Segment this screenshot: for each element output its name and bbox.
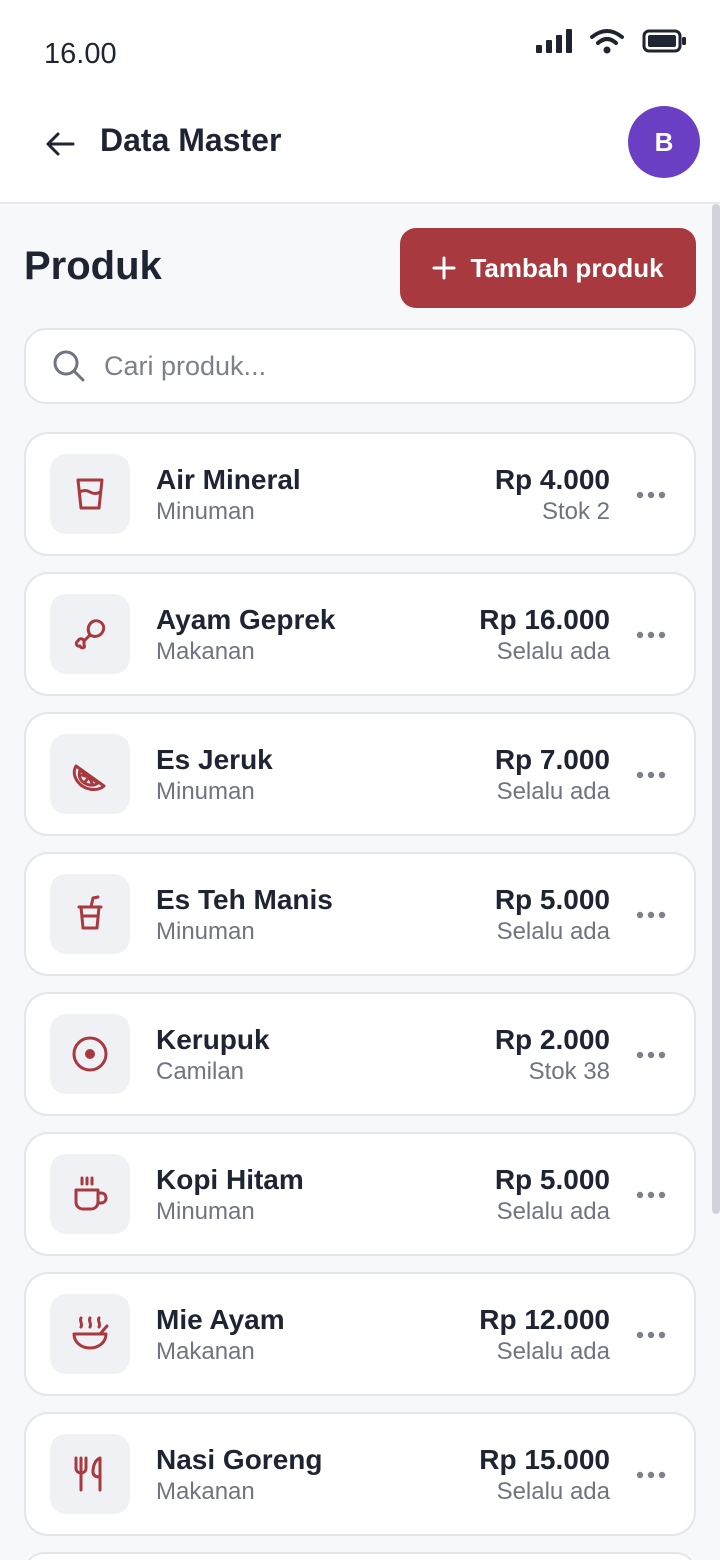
product-thumbnail — [50, 1434, 130, 1514]
product-item[interactable]: Nasi Goreng Makanan Rp 15.000 Selalu ada — [24, 1412, 696, 1536]
app-title: Data Master — [100, 122, 282, 158]
product-item[interactable]: Kopi Hitam Minuman Rp 5.000 Selalu ada — [24, 1132, 696, 1256]
product-price: Rp 12.000 — [479, 1304, 610, 1335]
product-thumbnail — [50, 454, 130, 534]
product-thumbnail — [50, 1014, 130, 1094]
cup-icon — [76, 478, 104, 510]
search-input[interactable] — [104, 350, 644, 382]
more-horizontal-icon — [636, 1051, 666, 1059]
status-time: 16.00 — [44, 38, 117, 70]
scrollbar[interactable] — [712, 204, 720, 1214]
citrus-icon — [72, 764, 106, 791]
product-item[interactable]: Es Teh Manis Minuman Rp 5.000 Selalu ada — [24, 852, 696, 976]
back-button[interactable] — [38, 122, 82, 166]
cracker-icon — [72, 1036, 108, 1072]
product-stock: Selalu ada — [496, 778, 610, 805]
straw-cup-icon — [77, 895, 103, 930]
plus-icon — [432, 256, 456, 280]
product-category: Makanan — [156, 638, 255, 665]
more-horizontal-icon — [636, 1331, 666, 1339]
utensils-icon — [74, 1456, 102, 1492]
add-product-label: Tambah produk — [470, 252, 664, 283]
product-stock: Selalu ada — [496, 918, 610, 945]
product-name: Es Jeruk — [156, 744, 273, 775]
add-product-button[interactable]: Tambah produk — [400, 228, 696, 308]
product-item[interactable]: Ayam Geprek Makanan Rp 16.000 Selalu ada — [24, 572, 696, 696]
product-price: Rp 5.000 — [494, 884, 610, 915]
product-stock: Stok 2 — [541, 498, 610, 525]
more-options-button[interactable] — [634, 1038, 668, 1072]
product-category: Makanan — [156, 1338, 255, 1365]
product-price: Rp 7.000 — [494, 744, 610, 775]
product-price: Rp 2.000 — [494, 1024, 610, 1055]
soup-icon — [72, 1316, 109, 1350]
more-options-button[interactable] — [634, 758, 668, 792]
product-category: Minuman — [156, 918, 255, 945]
signal-icon — [536, 29, 572, 53]
product-name: Kerupuk — [156, 1024, 270, 1055]
product-stock: Stok 38 — [528, 1058, 610, 1085]
more-options-button[interactable] — [634, 618, 668, 652]
product-thumbnail — [50, 874, 130, 954]
product-stock: Selalu ada — [496, 1338, 610, 1365]
status-bar: 16.00 — [0, 0, 720, 90]
more-horizontal-icon — [636, 911, 666, 919]
product-name: Nasi Goreng — [156, 1444, 323, 1475]
product-category: Camilan — [156, 1058, 245, 1085]
product-name: Es Teh Manis — [156, 884, 333, 915]
product-thumbnail — [50, 734, 130, 814]
more-options-button[interactable] — [634, 898, 668, 932]
product-item[interactable]: Mie Ayam Makanan Rp 12.000 Selalu ada — [24, 1272, 696, 1396]
drumstick-icon — [74, 619, 106, 650]
product-list: Air Mineral Minuman Rp 4.000 Stok 2 Ayam… — [24, 432, 696, 1552]
more-horizontal-icon — [636, 631, 666, 639]
app-bar: Data Master B — [0, 90, 720, 204]
product-category: Minuman — [156, 1198, 255, 1225]
product-thumbnail — [50, 1154, 130, 1234]
product-name: Mie Ayam — [156, 1304, 285, 1335]
product-thumbnail — [50, 594, 130, 674]
more-options-button[interactable] — [634, 1318, 668, 1352]
more-horizontal-icon — [636, 1191, 666, 1199]
product-price: Rp 4.000 — [494, 464, 610, 495]
product-item[interactable]: Kerupuk Camilan Rp 2.000 Stok 38 — [24, 992, 696, 1116]
product-category: Minuman — [156, 498, 255, 525]
product-stock: Selalu ada — [496, 638, 610, 665]
search-bar[interactable] — [24, 328, 696, 404]
product-name: Ayam Geprek — [156, 604, 336, 635]
product-price: Rp 15.000 — [479, 1444, 610, 1475]
more-horizontal-icon — [636, 1471, 666, 1479]
status-icons — [536, 28, 688, 54]
more-horizontal-icon — [636, 771, 666, 779]
wifi-icon — [590, 29, 624, 54]
product-stock: Selalu ada — [496, 1478, 610, 1505]
product-price: Rp 16.000 — [479, 604, 610, 635]
search-icon — [53, 350, 85, 382]
battery-icon — [642, 29, 686, 53]
more-options-button[interactable] — [634, 478, 668, 512]
coffee-icon — [74, 1176, 108, 1211]
more-options-button[interactable] — [634, 1178, 668, 1212]
product-name: Kopi Hitam — [156, 1164, 304, 1195]
page-title: Produk — [24, 244, 162, 288]
more-horizontal-icon — [636, 491, 666, 499]
product-item[interactable]: Es Jeruk Minuman Rp 7.000 Selalu ada — [24, 712, 696, 836]
more-options-button[interactable] — [634, 1458, 668, 1492]
product-category: Makanan — [156, 1478, 255, 1505]
product-name: Air Mineral — [156, 464, 301, 495]
product-price: Rp 5.000 — [494, 1164, 610, 1195]
product-stock: Selalu ada — [496, 1198, 610, 1225]
arrow-left-icon — [46, 132, 75, 156]
product-thumbnail — [50, 1294, 130, 1374]
avatar[interactable]: B — [628, 106, 700, 178]
product-item[interactable] — [24, 1552, 696, 1560]
product-item[interactable]: Air Mineral Minuman Rp 4.000 Stok 2 — [24, 432, 696, 556]
product-category: Minuman — [156, 778, 255, 805]
